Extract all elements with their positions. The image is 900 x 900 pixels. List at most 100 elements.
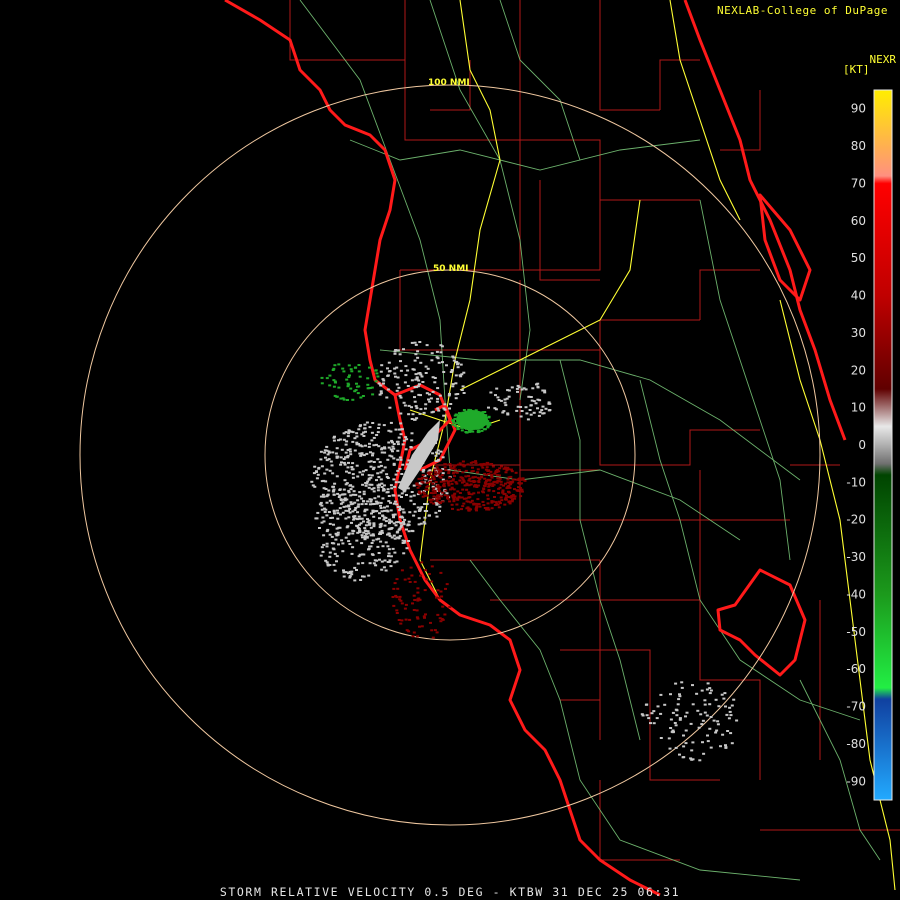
echo-pixel	[410, 379, 414, 382]
echo-pixel	[324, 559, 328, 562]
echo-pixel	[411, 635, 415, 638]
echo-pixel	[456, 498, 460, 501]
echo-pixel	[417, 523, 421, 526]
echo-pixel	[366, 521, 370, 524]
echo-pixel	[392, 604, 396, 607]
echo-pixel	[371, 454, 374, 457]
echo-pixel	[363, 529, 367, 532]
echo-pixel	[394, 481, 398, 484]
echo-pixel	[355, 464, 359, 467]
echo-pixel	[325, 445, 329, 448]
echo-pixel	[332, 542, 336, 545]
echo-pixel	[377, 552, 381, 554]
echo-pixel	[490, 473, 494, 476]
echo-pixel	[323, 451, 327, 454]
echo-pixel	[394, 375, 397, 378]
echo-pixel	[435, 631, 439, 634]
echo-pixel	[456, 463, 460, 466]
echo-pixel	[446, 497, 450, 500]
echo-pixel	[430, 565, 434, 568]
echo-pixel	[697, 726, 701, 729]
echo-pixel	[482, 484, 486, 487]
echo-pixel	[354, 493, 358, 496]
echo-pixel	[339, 502, 343, 505]
echo-pixel	[353, 501, 357, 504]
echo-pixel	[476, 476, 480, 479]
echo-pixel	[714, 698, 718, 701]
echo-pixel	[332, 493, 336, 496]
echo-pixel	[328, 384, 332, 387]
echo-pixel	[677, 698, 681, 701]
echo-pixel	[478, 505, 482, 508]
echo-pixel	[504, 496, 508, 499]
echo-pixel	[708, 692, 712, 695]
echo-pixel	[380, 529, 384, 532]
echo-pixel	[403, 381, 407, 384]
echo-pixel	[341, 367, 345, 370]
radar-map[interactable]: 50 NMI 100 NMI 90 80 70 60 50 40 30 20 10 0 -10 -20…	[0, 0, 900, 900]
echo-pixel	[407, 520, 411, 523]
echo-pixel	[435, 515, 439, 518]
range-ring-50-label: 50 NMI	[433, 264, 469, 274]
echo-pixel	[414, 405, 418, 408]
echo-pixel	[445, 479, 449, 482]
echo-pixel	[669, 718, 673, 721]
echo-pixel	[729, 732, 733, 735]
echo-pixel	[529, 413, 533, 416]
echo-pixel	[410, 341, 414, 344]
echo-pixel	[410, 491, 414, 493]
echo-pixel	[674, 746, 678, 749]
echo-pixel	[450, 369, 454, 371]
echo-pixel	[399, 458, 403, 461]
echo-pixel	[430, 580, 434, 583]
echo-pixel	[327, 489, 331, 492]
echo-pixel	[335, 475, 339, 478]
echo-pixel	[367, 523, 371, 526]
echo-pixel	[481, 466, 485, 469]
echo-pixel	[372, 436, 376, 439]
echo-pixel	[396, 458, 400, 461]
echo-pixel	[689, 722, 693, 725]
echo-pixel	[682, 734, 685, 737]
echo-pixel	[384, 569, 388, 572]
echo-pixel	[528, 409, 532, 411]
echo-pixel	[413, 400, 417, 403]
echo-pixel	[410, 418, 414, 420]
echo-pixel	[334, 452, 338, 455]
scale-tick-label: -30	[846, 550, 866, 564]
scale-tick-label: 0	[858, 438, 866, 452]
echo-pixel	[435, 356, 439, 359]
echo-pixel	[431, 390, 435, 393]
echo-pixel	[473, 484, 477, 487]
echo-pixel	[373, 497, 377, 500]
echo-pixel	[322, 507, 326, 510]
echo-pixel	[496, 396, 500, 399]
echo-pixel	[417, 379, 421, 382]
echo-pixel	[418, 509, 422, 512]
credit-text[interactable]: NEXLAB-College of DuPage	[717, 4, 888, 17]
echo-pixel	[336, 517, 340, 520]
echo-pixel	[413, 510, 417, 513]
echo-pixel	[374, 369, 378, 372]
echo-pixel	[487, 489, 491, 491]
echo-pixel	[435, 400, 439, 403]
echo-pixel	[394, 524, 398, 527]
echo-pixel	[398, 535, 402, 538]
echo-pixel	[347, 504, 351, 507]
echo-pixel	[318, 527, 321, 529]
echo-pixel	[722, 697, 726, 700]
echo-pixel	[715, 729, 719, 732]
echo-pixel	[421, 491, 425, 494]
echo-pixel	[423, 510, 427, 512]
echo-pixel	[399, 412, 403, 415]
echo-pixel	[403, 607, 407, 610]
echo-pixel	[409, 499, 413, 502]
echo-pixel	[485, 466, 489, 469]
echo-pixel	[370, 439, 374, 442]
echo-pixel	[735, 719, 739, 722]
echo-pixel	[349, 501, 353, 504]
echo-pixel	[542, 412, 546, 415]
echo-pixel	[424, 407, 427, 410]
echo-pixel	[467, 479, 471, 482]
echo-pixel	[534, 402, 538, 405]
